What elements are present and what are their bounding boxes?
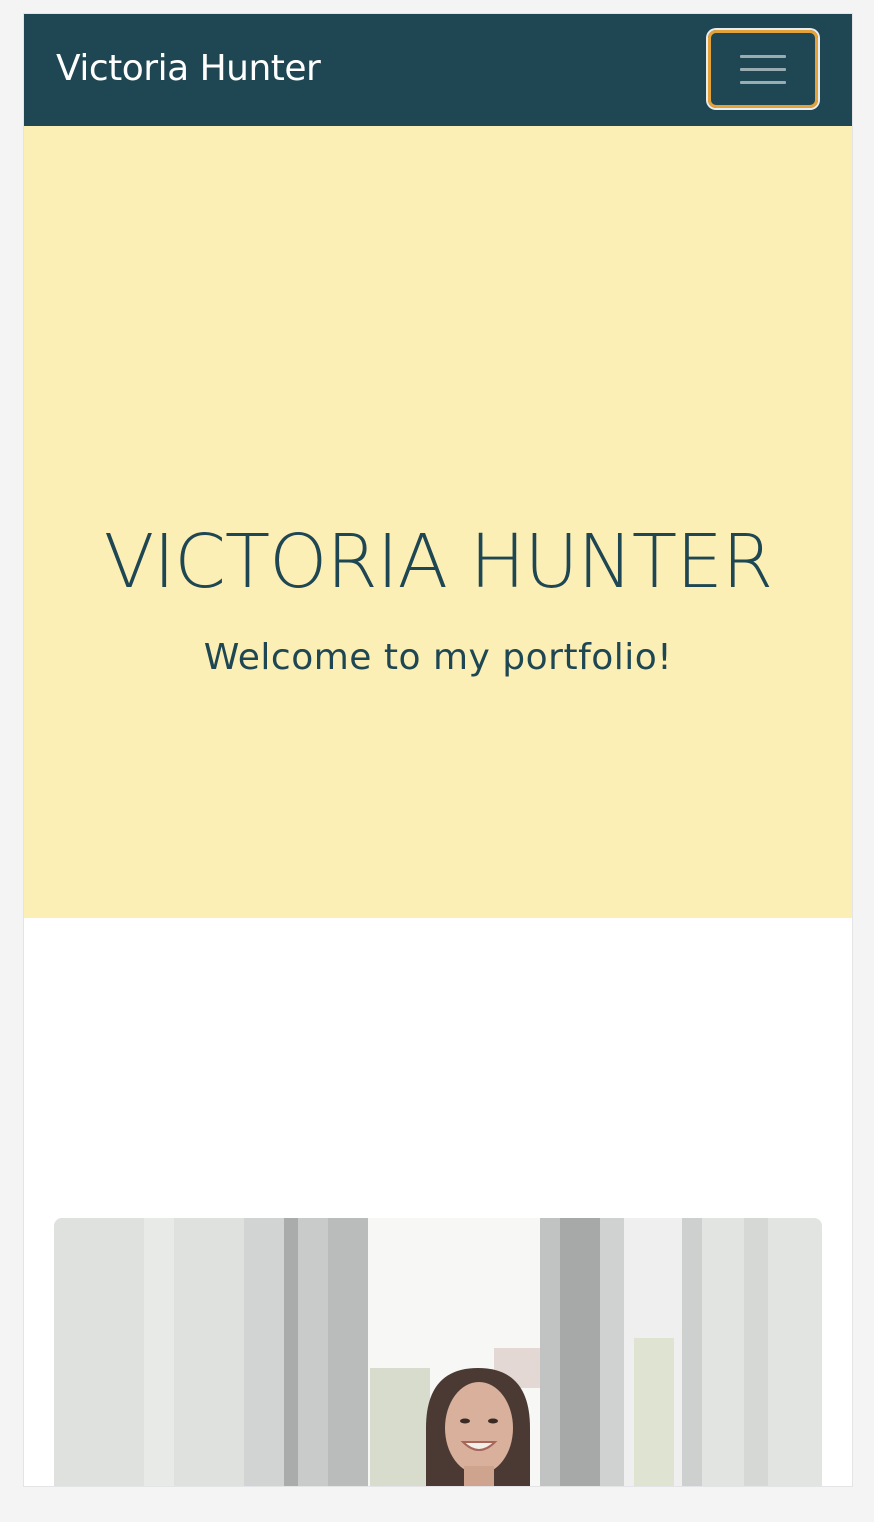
hamburger-icon	[740, 55, 786, 85]
profile-photo-image	[54, 1218, 822, 1486]
hero-title: VICTORIA HUNTER	[103, 519, 774, 605]
profile-photo	[54, 1218, 822, 1486]
hero-subtitle: Welcome to my portfolio!	[203, 637, 673, 678]
navbar: Victoria Hunter	[24, 14, 852, 126]
navbar-brand[interactable]: Victoria Hunter	[56, 44, 321, 94]
navbar-toggle-button[interactable]	[708, 30, 818, 108]
page-viewport: Victoria Hunter VICTORIA HUNTER Welcome …	[24, 14, 852, 1486]
hero-section: VICTORIA HUNTER Welcome to my portfolio!	[24, 126, 852, 918]
